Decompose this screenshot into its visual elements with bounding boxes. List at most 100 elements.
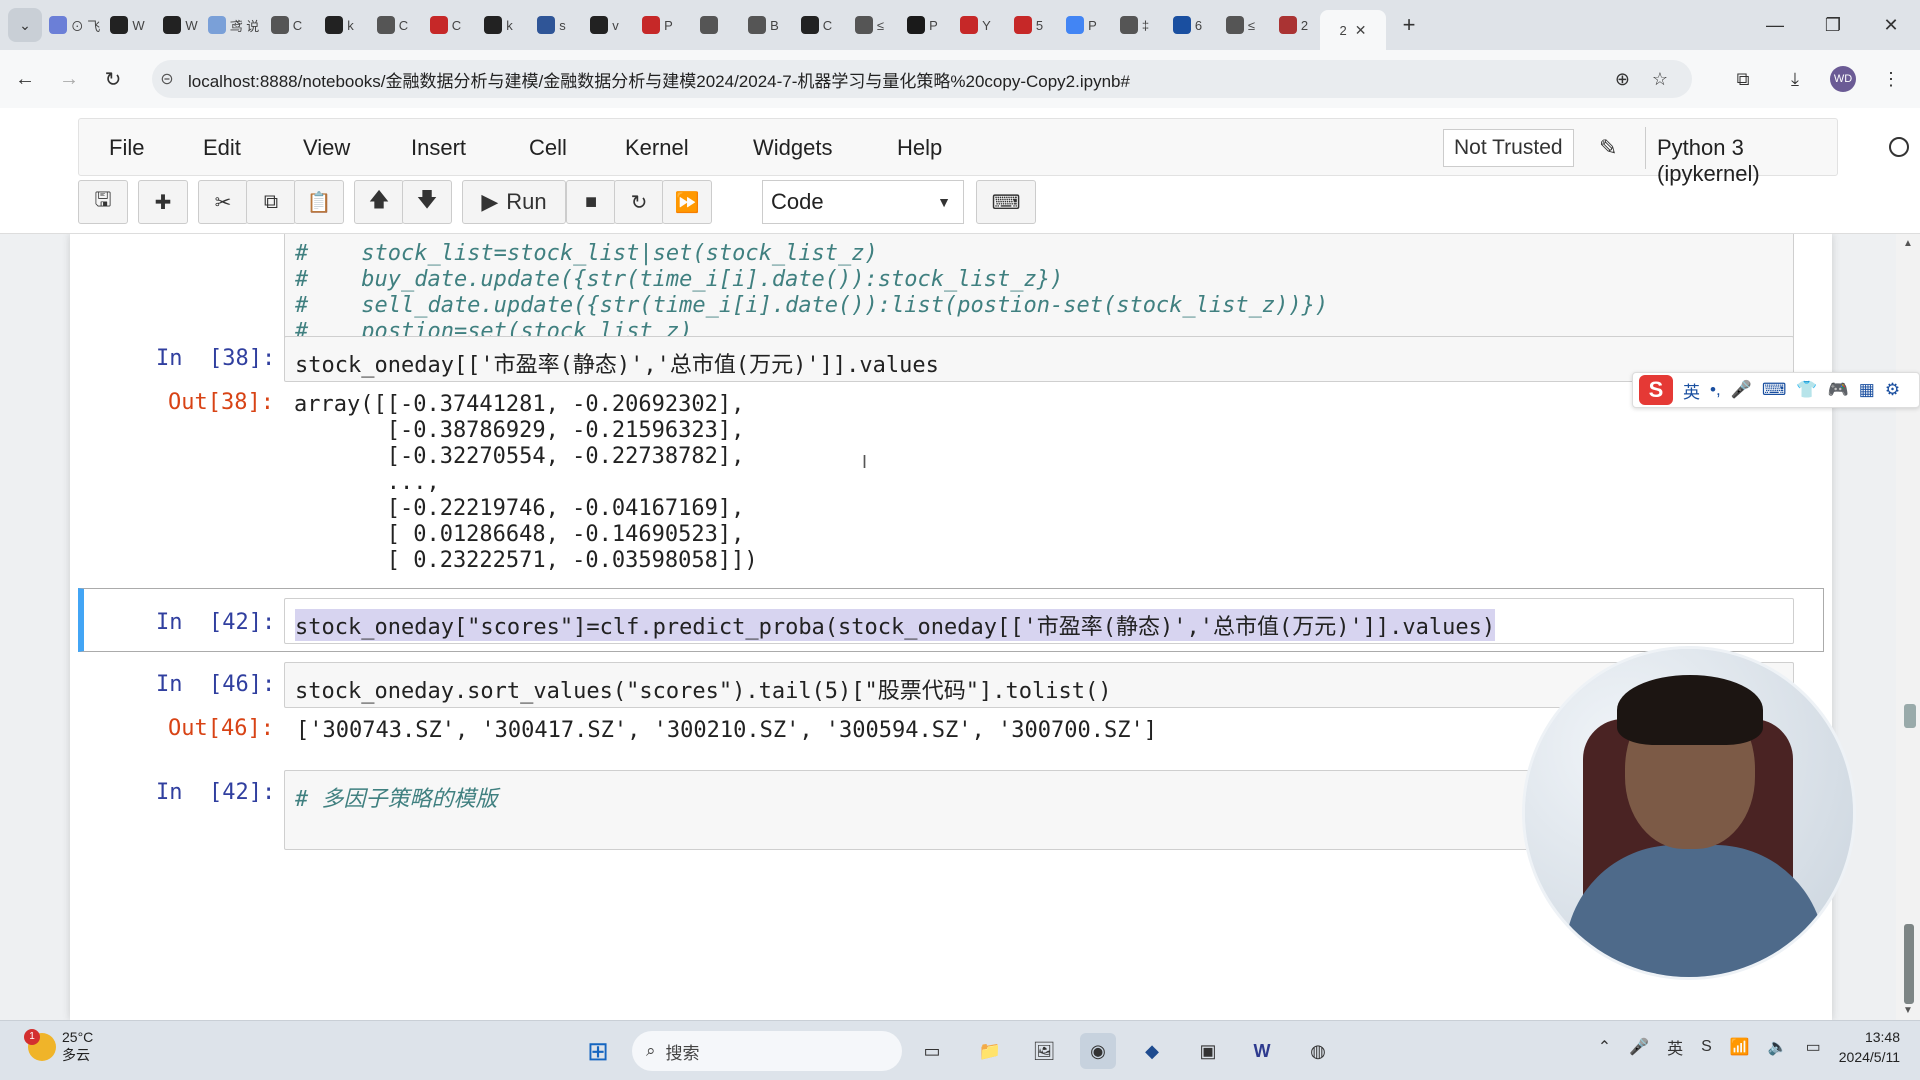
microphone-icon[interactable]: 🎤 bbox=[1731, 380, 1752, 400]
close-tab-icon[interactable]: ✕ bbox=[1355, 22, 1367, 39]
browser-tab[interactable]: 6 bbox=[1161, 7, 1214, 43]
code-cell-42[interactable]: stock_oneday["scores"]=clf.predict_proba… bbox=[284, 598, 1794, 644]
task-view-icon[interactable]: ▭ bbox=[914, 1033, 950, 1069]
move-down-icon[interactable]: 🡇 bbox=[402, 180, 452, 224]
browser-tab[interactable]: ≤ bbox=[1214, 7, 1267, 43]
chrome-icon[interactable]: ◉ bbox=[1080, 1033, 1116, 1069]
keyboard-icon[interactable]: ⌨ bbox=[1762, 380, 1787, 400]
cell-type-select[interactable]: Code ▼ bbox=[762, 180, 964, 224]
paste-icon[interactable]: 📋 bbox=[294, 180, 344, 224]
back-icon[interactable]: ← bbox=[6, 60, 44, 98]
browser-tab[interactable] bbox=[684, 7, 737, 43]
browser-tab[interactable]: k bbox=[472, 7, 525, 43]
browser-tab[interactable]: k bbox=[313, 7, 366, 43]
skin-icon[interactable]: 👕 bbox=[1796, 380, 1817, 400]
site-info-icon[interactable]: ⊝ bbox=[152, 69, 182, 89]
wps-icon[interactable]: W bbox=[1244, 1033, 1280, 1069]
browser-tab[interactable]: s bbox=[525, 7, 578, 43]
wifi-icon[interactable]: 📶 bbox=[1730, 1037, 1750, 1057]
terminal-icon[interactable]: ▣ bbox=[1190, 1033, 1226, 1069]
menu-insert[interactable]: Insert bbox=[411, 135, 466, 161]
fast-forward-icon[interactable]: ⏩ bbox=[662, 180, 712, 224]
browser-tab[interactable]: C bbox=[790, 7, 843, 43]
download-icon[interactable]: ⤓ bbox=[1778, 60, 1812, 98]
browser-tab[interactable]: 鸢 说 bbox=[207, 7, 260, 43]
punctuation-icon[interactable]: •, bbox=[1710, 380, 1721, 400]
menu-view[interactable]: View bbox=[303, 135, 350, 161]
recorder-icon[interactable]: ◍ bbox=[1300, 1033, 1336, 1069]
extensions-icon[interactable]: ⧉ bbox=[1726, 60, 1760, 98]
browser-tab[interactable]: 2 bbox=[1267, 7, 1320, 43]
tray-microphone-icon[interactable]: 🎤 bbox=[1629, 1037, 1649, 1057]
edit-pencil-icon[interactable]: ✎ bbox=[1599, 135, 1617, 161]
weather-widget[interactable]: 1 25°C 多云 bbox=[24, 1029, 93, 1065]
browser-tab[interactable]: Y bbox=[949, 7, 1002, 43]
browser-tab[interactable]: ≤ bbox=[843, 7, 896, 43]
cut-icon[interactable]: ✂ bbox=[198, 180, 248, 224]
menu-cell[interactable]: Cell bbox=[529, 135, 567, 161]
menu-kernel[interactable]: Kernel bbox=[625, 135, 689, 161]
stop-icon[interactable]: ■ bbox=[566, 180, 616, 224]
browser-tab[interactable]: P bbox=[896, 7, 949, 43]
minimize-icon[interactable]: — bbox=[1746, 0, 1804, 50]
maximize-icon[interactable]: ❐ bbox=[1804, 0, 1862, 50]
restart-icon[interactable]: ↻ bbox=[614, 180, 664, 224]
browser-tab[interactable]: W bbox=[154, 7, 207, 43]
sogou-logo-icon[interactable]: S bbox=[1639, 375, 1673, 405]
bookmark-star-icon[interactable]: ☆ bbox=[1652, 69, 1668, 90]
close-window-icon[interactable]: ✕ bbox=[1862, 0, 1920, 50]
omnibox[interactable]: ⊝ localhost:8888/notebooks/金融数据分析与建模/金融数… bbox=[152, 60, 1692, 98]
tab-search-button[interactable]: ⌄ bbox=[8, 8, 42, 42]
menu-widgets[interactable]: Widgets bbox=[753, 135, 832, 161]
url-text[interactable]: localhost:8888/notebooks/金融数据分析与建模/金融数据分… bbox=[188, 67, 1130, 92]
code-cell-38[interactable]: stock_oneday[['市盈率(静态)','总市值(万元)']].valu… bbox=[284, 336, 1794, 382]
browser-tab[interactable]: 5 bbox=[1002, 7, 1055, 43]
browser-tab[interactable]: C bbox=[260, 7, 313, 43]
scroll-up-icon[interactable]: ▲ bbox=[1903, 238, 1913, 249]
browser-tab[interactable]: ‡ bbox=[1108, 7, 1161, 43]
menu-file[interactable]: File bbox=[109, 135, 144, 161]
volume-icon[interactable]: 🔈 bbox=[1768, 1037, 1788, 1057]
active-browser-tab[interactable]: 2 ✕ bbox=[1320, 10, 1386, 50]
browser-tab[interactable]: W bbox=[101, 7, 154, 43]
settings-icon[interactable]: ⚙ bbox=[1885, 380, 1900, 400]
menu-help[interactable]: Help bbox=[897, 135, 942, 161]
reload-icon[interactable]: ↻ bbox=[94, 60, 132, 98]
menu-edit[interactable]: Edit bbox=[203, 135, 241, 161]
gamepad-icon[interactable]: 🎮 bbox=[1828, 380, 1849, 400]
profile-avatar[interactable]: WD bbox=[1830, 66, 1856, 92]
taskbar-search[interactable]: ⌕ 搜索 bbox=[632, 1031, 902, 1071]
browser-tab[interactable]: C bbox=[419, 7, 472, 43]
tray-sogou-icon[interactable]: S bbox=[1701, 1038, 1712, 1056]
zoom-icon[interactable]: ⊕ bbox=[1615, 69, 1630, 90]
tray-chevron-up-icon[interactable]: ⌃ bbox=[1598, 1037, 1611, 1057]
ime-mode-label[interactable]: 英 bbox=[1683, 378, 1700, 403]
keyboard-icon[interactable]: ⌨ bbox=[976, 180, 1036, 224]
browser-tab[interactable]: v bbox=[578, 7, 631, 43]
browser-menu-icon[interactable]: ⋮ bbox=[1874, 60, 1908, 98]
browser-tab[interactable]: P bbox=[631, 7, 684, 43]
run-button[interactable]: ▶ Run bbox=[462, 180, 566, 224]
browser-tab[interactable]: B bbox=[737, 7, 790, 43]
new-tab-button[interactable]: + bbox=[1394, 10, 1424, 40]
not-trusted-button[interactable]: Not Trusted bbox=[1443, 129, 1574, 167]
insert-cell-icon[interactable]: ✚ bbox=[138, 180, 188, 224]
forward-icon[interactable]: → bbox=[50, 60, 88, 98]
browser-tab[interactable]: P bbox=[1055, 7, 1108, 43]
scroll-thumb[interactable] bbox=[1904, 924, 1914, 1004]
start-menu-icon[interactable]: ⊞ bbox=[580, 1033, 616, 1069]
clock[interactable]: 13:48 2024/5/11 bbox=[1839, 1027, 1900, 1067]
browser-tab[interactable]: ⊙ 飞 bbox=[48, 7, 101, 43]
photos-icon[interactable]: 🖼 bbox=[1026, 1033, 1062, 1069]
page-vertical-scrollbar[interactable]: ▲ ▼ bbox=[1896, 234, 1920, 1020]
app-blue-icon[interactable]: ◆ bbox=[1134, 1033, 1170, 1069]
copy-icon[interactable]: ⧉ bbox=[246, 180, 296, 224]
scroll-down-icon[interactable]: ▼ bbox=[1903, 1005, 1913, 1016]
save-icon[interactable]: 🖫 bbox=[78, 180, 128, 224]
file-explorer-icon[interactable]: 📁 bbox=[972, 1033, 1008, 1069]
battery-icon[interactable]: ▭ bbox=[1806, 1037, 1821, 1057]
apps-grid-icon[interactable]: ▦ bbox=[1859, 380, 1875, 400]
move-up-icon[interactable]: 🡅 bbox=[354, 180, 404, 224]
kernel-name[interactable]: Python 3 (ipykernel) bbox=[1657, 135, 1837, 187]
tray-ime-icon[interactable]: 英 bbox=[1667, 1035, 1683, 1059]
